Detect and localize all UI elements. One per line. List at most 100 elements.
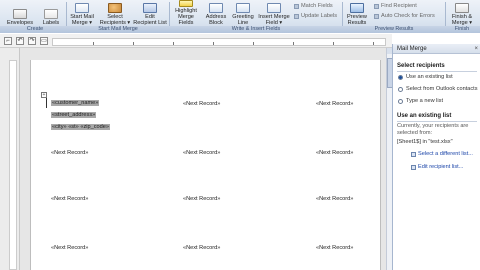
auto-check-icon: [374, 13, 379, 19]
next-record-field[interactable]: «Next Record»: [183, 101, 220, 108]
select-different-list-link[interactable]: Select a different list...: [411, 151, 473, 157]
vertical-ruler[interactable]: [9, 60, 17, 270]
labels-button[interactable]: Labels: [38, 0, 64, 26]
redo-icon[interactable]: ↷: [28, 37, 36, 45]
radio-outlook-label: Select from Outlook contacts: [406, 86, 478, 92]
finish-merge-label: Finish & Merge ▾: [451, 14, 473, 26]
auto-check-errors-button[interactable]: Auto Check for Errors: [374, 13, 435, 19]
edit-recipient-list-label: Edit Recipient List: [133, 14, 167, 26]
address-block-label: Address Block: [205, 14, 227, 26]
match-fields-button[interactable]: Match Fields: [294, 3, 333, 9]
greeting-line-label: Greeting Line: [232, 14, 254, 26]
start-mail-merge-button[interactable]: Start Mail Merge ▾: [67, 0, 97, 26]
preview-results-label: Preview Results: [347, 14, 367, 26]
radio-dot: [398, 98, 403, 104]
preview-results-button[interactable]: Preview Results: [343, 0, 371, 26]
next-record-field[interactable]: «Next Record»: [51, 150, 88, 157]
find-recipient-label: Find Recipient: [381, 3, 417, 9]
update-labels-icon: [294, 13, 299, 19]
data-source-text: [Sheet1$] in "test.xlsx": [397, 139, 453, 145]
radio-new-list[interactable]: Type a new list: [398, 98, 443, 104]
merge-field-street-address[interactable]: «street_address»: [51, 112, 97, 119]
st-text: «st»: [68, 124, 79, 130]
ribbon: Envelopes Labels Start Mail Merge ▾ Sele…: [0, 0, 480, 33]
ruler-tick: [293, 42, 294, 45]
divider: [397, 71, 477, 72]
merge-field-city-line[interactable]: «city» «st» «zip_code»: [51, 124, 110, 131]
ruler-tick: [253, 42, 254, 45]
labels-icon: [44, 9, 58, 19]
insert-merge-field-icon: [267, 3, 281, 13]
next-record-field[interactable]: «Next Record»: [51, 245, 88, 252]
group-write-insert: Write & Insert Fields: [231, 26, 281, 32]
document-page[interactable]: [30, 60, 381, 270]
greeting-line-icon: [236, 3, 250, 13]
next-record-field[interactable]: «Next Record»: [183, 245, 220, 252]
pane-title-bar: Mail Merge ×: [393, 44, 480, 54]
next-record-field[interactable]: «Next Record»: [183, 150, 220, 157]
greeting-line-button[interactable]: Greeting Line: [230, 0, 256, 26]
radio-outlook-contacts[interactable]: Select from Outlook contacts: [398, 86, 478, 92]
ruler-tick: [373, 42, 374, 45]
mail-merge-pane: Mail Merge × Select recipients Use an ex…: [392, 44, 480, 270]
ruler-tick: [213, 42, 214, 45]
next-record-field[interactable]: «Next Record»: [316, 150, 353, 157]
ruler-tick: [173, 42, 174, 45]
edit-recipient-list-link[interactable]: Edit recipient list...: [411, 164, 463, 170]
finish-merge-icon: [455, 3, 469, 13]
group-preview: Preview Results: [374, 26, 414, 32]
ruler-tick: [133, 42, 134, 45]
next-record-field[interactable]: «Next Record»: [51, 196, 88, 203]
auto-check-label: Auto Check for Errors: [381, 13, 435, 19]
select-recipients-icon: [108, 3, 122, 13]
close-icon[interactable]: ×: [474, 45, 478, 53]
insert-merge-field-button[interactable]: Insert Merge Field ▾: [257, 0, 291, 26]
group-start-mail-merge: Start Mail Merge: [98, 26, 138, 32]
update-labels-button[interactable]: Update Labels: [294, 13, 337, 19]
pane-title: Mail Merge: [397, 46, 427, 52]
match-fields-icon: [294, 3, 299, 9]
ruler-tick: [93, 42, 94, 45]
edit-recipient-list-button[interactable]: Edit Recipient List: [133, 0, 167, 26]
radio-dot: [398, 74, 403, 80]
preview-results-icon: [350, 3, 364, 13]
folder-icon[interactable]: ▭: [40, 37, 48, 45]
finish-merge-button[interactable]: Finish & Merge ▾: [446, 0, 478, 26]
select-different-list-label: Select a different list...: [418, 151, 473, 157]
radio-new-label: Type a new list: [406, 98, 443, 104]
highlight-merge-fields-button[interactable]: Highlight Merge Fields: [170, 0, 202, 26]
zip-code-text: «zip_code»: [80, 124, 109, 130]
find-recipient-icon: [374, 3, 379, 9]
text-cursor: [46, 98, 48, 108]
radio-existing-list[interactable]: Use an existing list: [398, 74, 453, 80]
group-finish: Finish: [454, 26, 470, 32]
list-icon: [411, 151, 416, 157]
select-recipients-button[interactable]: Select Recipients ▾: [98, 0, 132, 26]
next-record-field[interactable]: «Next Record»: [316, 101, 353, 108]
start-mail-merge-icon: [75, 3, 89, 13]
street-address-text: «street_address»: [51, 112, 97, 118]
edit-recipient-list-link-label: Edit recipient list...: [418, 164, 464, 170]
insert-merge-field-label: Insert Merge Field ▾: [258, 14, 290, 26]
merge-field-customer-name[interactable]: «customer_name»: [51, 100, 100, 107]
radio-existing-label: Use an existing list: [406, 74, 453, 80]
next-record-field[interactable]: «Next Record»: [183, 196, 220, 203]
ribbon-group-labels: Create Start Mail Merge Write & Insert F…: [0, 26, 480, 33]
find-recipient-button[interactable]: Find Recipient: [374, 3, 417, 9]
select-recipients-heading: Select recipients: [397, 63, 445, 69]
address-block-button[interactable]: Address Block: [203, 0, 229, 26]
envelopes-button[interactable]: Envelopes: [4, 0, 36, 26]
highlight-label: Highlight Merge Fields: [175, 8, 197, 26]
existing-list-description: Currently, your recipients are selected …: [397, 123, 469, 136]
edit-recipient-list-icon: [143, 3, 157, 13]
next-record-field[interactable]: «Next Record»: [316, 196, 353, 203]
update-labels-label: Update Labels: [301, 13, 338, 19]
next-record-field[interactable]: «Next Record»: [316, 245, 353, 252]
horizontal-ruler[interactable]: [52, 38, 386, 46]
address-block-icon: [209, 3, 223, 13]
edit-icon: [411, 164, 416, 170]
start-mail-merge-label: Start Mail Merge ▾: [70, 14, 94, 26]
undo-icon[interactable]: ↶: [16, 37, 24, 45]
customer-name-text: «customer_name»: [51, 100, 100, 106]
tab-selector-icon[interactable]: ⌐: [4, 37, 12, 45]
